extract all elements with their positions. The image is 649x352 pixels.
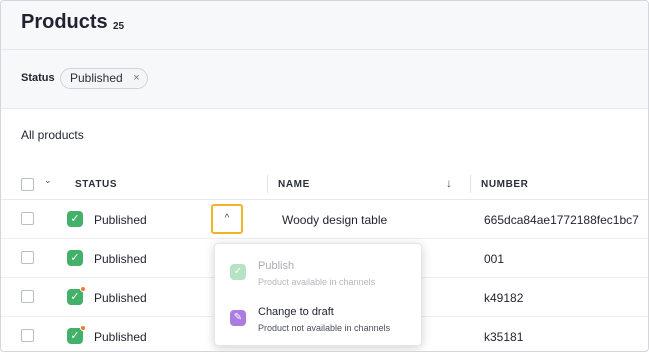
close-icon[interactable]: × [133, 69, 139, 88]
table-row[interactable]: ✓ Published Woody design table 665dca84a… [1, 200, 648, 239]
row-number: 001 [484, 252, 505, 266]
menu-item-title: Publish [258, 260, 295, 272]
filter-label: Status [21, 72, 55, 84]
status-menu-toggle[interactable]: ^ [211, 204, 243, 234]
product-count: 25 [113, 21, 125, 32]
column-divider[interactable] [267, 175, 268, 193]
check-icon: ✓ [67, 286, 86, 305]
page-header: Products 25 [1, 1, 648, 50]
row-number: k35181 [484, 330, 524, 344]
page-title: Products [21, 11, 108, 33]
table-header: ⌄ STATUS NAME ↓ NUMBER [1, 169, 648, 200]
row-number: k49182 [484, 291, 524, 305]
products-page: Products 25 Status Published × All produ… [0, 0, 649, 352]
menu-item-title: Change to draft [258, 306, 334, 318]
row-checkbox[interactable] [21, 251, 34, 264]
select-all-checkbox[interactable] [21, 178, 34, 191]
chevron-down-icon[interactable]: ⌄ [44, 175, 52, 186]
chip-label: Published [70, 71, 123, 85]
section-title: All products [21, 128, 84, 142]
column-divider[interactable] [470, 175, 471, 193]
row-name[interactable]: Woody design table [282, 213, 387, 227]
header-name[interactable]: NAME [278, 179, 310, 190]
row-checkbox[interactable] [21, 290, 34, 303]
check-icon: ✓ [67, 250, 83, 266]
check-icon: ✓ [67, 211, 83, 227]
row-status: Published [94, 330, 147, 344]
row-checkbox[interactable] [21, 329, 34, 342]
chevron-up-icon: ^ [224, 213, 230, 224]
status-filter-chip[interactable]: Published × [60, 68, 148, 89]
status-menu: ✓ Publish Product available in channels … [214, 243, 422, 346]
row-status: Published [94, 213, 147, 227]
menu-item-publish[interactable]: ✓ Publish Product available in channels [215, 252, 421, 296]
check-icon: ✓ [230, 264, 246, 280]
menu-item-subtitle: Product not available in channels [258, 323, 391, 333]
row-number: 665dca84ae1772188fec1bc7 [484, 213, 639, 227]
row-status: Published [94, 291, 147, 305]
arrow-down-icon[interactable]: ↓ [446, 176, 452, 190]
changes-dot-icon [80, 286, 86, 292]
check-icon: ✓ [67, 325, 86, 344]
changes-dot-icon [80, 325, 86, 331]
filter-bar: Status Published × [1, 50, 648, 109]
header-status[interactable]: STATUS [75, 179, 117, 190]
header-number[interactable]: NUMBER [481, 179, 529, 190]
pencil-icon: ✎ [230, 310, 246, 326]
row-checkbox[interactable] [21, 212, 34, 225]
row-status: Published [94, 252, 147, 266]
menu-item-change-to-draft[interactable]: ✎ Change to draft Product not available … [215, 298, 421, 342]
menu-item-subtitle: Product available in channels [258, 277, 376, 287]
